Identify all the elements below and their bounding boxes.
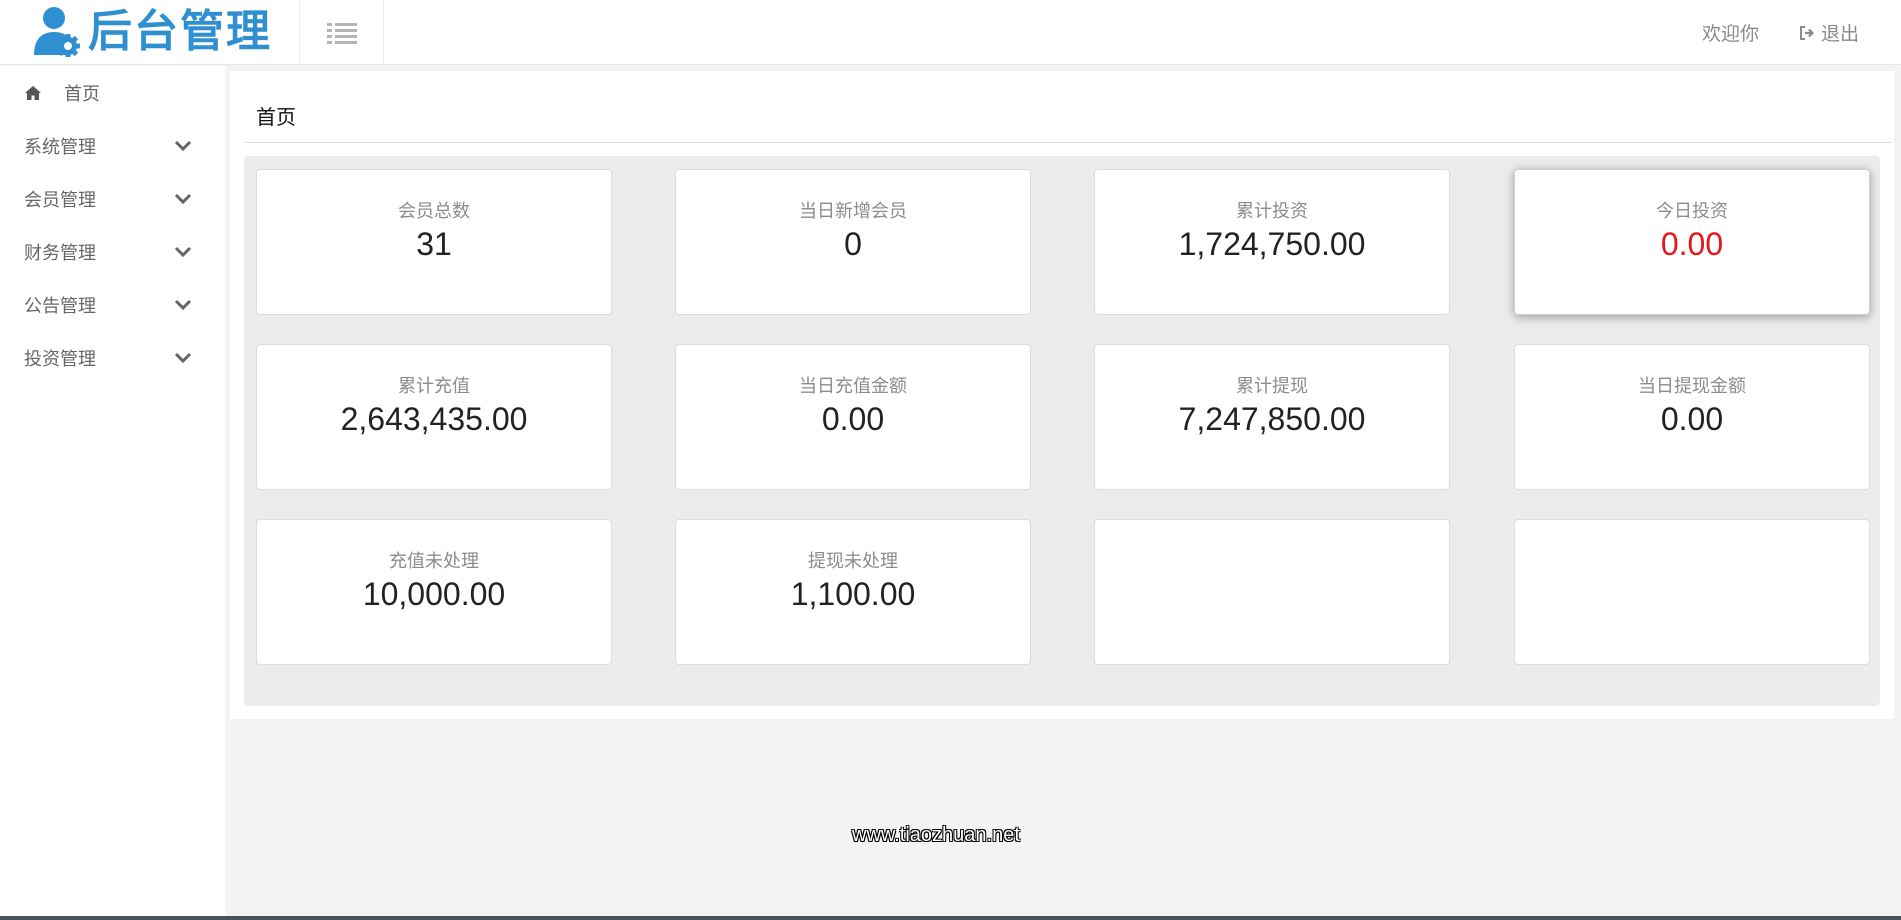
top-header: 后台管理 欢迎你 退出 [0, 0, 1901, 65]
chevron-down-icon [174, 193, 192, 205]
sign-out-icon [1799, 25, 1815, 40]
sidebar-item-label: 财务管理 [24, 242, 96, 264]
sidebar-item-system[interactable]: 系统管理 [0, 119, 225, 172]
admin-user-icon [34, 7, 80, 57]
stats-panel: 会员总数 31 当日新增会员 0 累计投资 1,724,750.00 今日投资 … [244, 156, 1880, 706]
menu-toggle-button[interactable] [300, 0, 384, 65]
chevron-down-icon [174, 246, 192, 258]
stat-value: 0.00 [1660, 226, 1724, 262]
stat-card-new-members-today: 当日新增会员 0 [675, 169, 1031, 315]
sidebar-item-label: 公告管理 [24, 295, 96, 317]
stat-value: 7,247,850.00 [1178, 401, 1366, 437]
welcome-text: 欢迎你 [1701, 23, 1759, 45]
stat-label: 充值未处理 [389, 551, 479, 572]
header-user-area: 欢迎你 退出 [1702, 0, 1859, 65]
stat-label: 当日提现金额 [1638, 376, 1746, 397]
sidebar-item-label: 会员管理 [24, 189, 96, 211]
stat-value: 1,100.00 [790, 576, 916, 612]
stat-value: 10,000.00 [362, 576, 506, 612]
logout-link[interactable]: 退出 [1799, 19, 1859, 46]
stat-label: 累计投资 [1236, 201, 1308, 222]
stat-card-deposit-today: 当日充值金额 0.00 [675, 344, 1031, 490]
chevron-down-icon [174, 352, 192, 364]
stat-card-total-deposit: 累计充值 2,643,435.00 [256, 344, 612, 490]
logo[interactable]: 后台管理 [0, 0, 300, 65]
stat-value: 0.00 [1660, 401, 1724, 437]
sidebar-item-label: 系统管理 [24, 136, 96, 158]
stat-card-empty [1094, 519, 1450, 665]
stat-value: 1,724,750.00 [1178, 226, 1366, 262]
stat-label: 累计提现 [1236, 376, 1308, 397]
chevron-down-icon [174, 299, 192, 311]
sidebar-item-finance[interactable]: 财务管理 [0, 225, 225, 278]
stat-card-empty [1514, 519, 1870, 665]
stat-card-withdrawal-today: 当日提现金额 0.00 [1514, 344, 1870, 490]
logo-text: 后台管理 [88, 6, 272, 57]
window-bottom-edge [0, 916, 1901, 920]
sidebar-item-members[interactable]: 会员管理 [0, 172, 225, 225]
stat-value: 2,643,435.00 [340, 401, 528, 437]
stat-card-investment-today: 今日投资 0.00 [1514, 169, 1870, 315]
stat-card-total-withdrawal: 累计提现 7,247,850.00 [1094, 344, 1450, 490]
stat-card-pending-withdrawal: 提现未处理 1,100.00 [675, 519, 1031, 665]
sidebar-item-announcements[interactable]: 公告管理 [0, 278, 225, 331]
stat-label: 累计充值 [398, 376, 470, 397]
stat-value: 31 [416, 226, 452, 262]
sidebar: 首页 系统管理 会员管理 财务管理 公告管理 投资管理 [0, 66, 225, 920]
logout-label: 退出 [1820, 23, 1859, 45]
stat-card-total-investment: 累计投资 1,724,750.00 [1094, 169, 1450, 315]
stat-label: 当日充值金额 [799, 376, 907, 397]
sidebar-item-label: 投资管理 [24, 348, 96, 370]
stat-label: 提现未处理 [808, 551, 898, 572]
stat-card-total-members: 会员总数 31 [256, 169, 612, 315]
stat-value: 0 [844, 226, 862, 262]
stat-value: 0.00 [821, 401, 885, 437]
stat-label: 今日投资 [1656, 201, 1728, 222]
page-title: 首页 [256, 105, 296, 129]
sidebar-item-label: 首页 [64, 83, 100, 105]
home-icon [25, 85, 41, 100]
watermark-text: www.tiaozhuan.net [852, 824, 1020, 846]
sidebar-item-investments[interactable]: 投资管理 [0, 331, 225, 384]
sidebar-item-home[interactable]: 首页 [0, 66, 225, 119]
stat-label: 当日新增会员 [799, 201, 907, 222]
divider [244, 142, 1892, 143]
chevron-down-icon [174, 140, 192, 152]
list-icon [326, 22, 357, 44]
stat-label: 会员总数 [398, 201, 470, 222]
main-content: 首页 会员总数 31 当日新增会员 0 累计投资 1,724,750.00 今日… [230, 71, 1894, 719]
stat-card-pending-deposit: 充值未处理 10,000.00 [256, 519, 612, 665]
